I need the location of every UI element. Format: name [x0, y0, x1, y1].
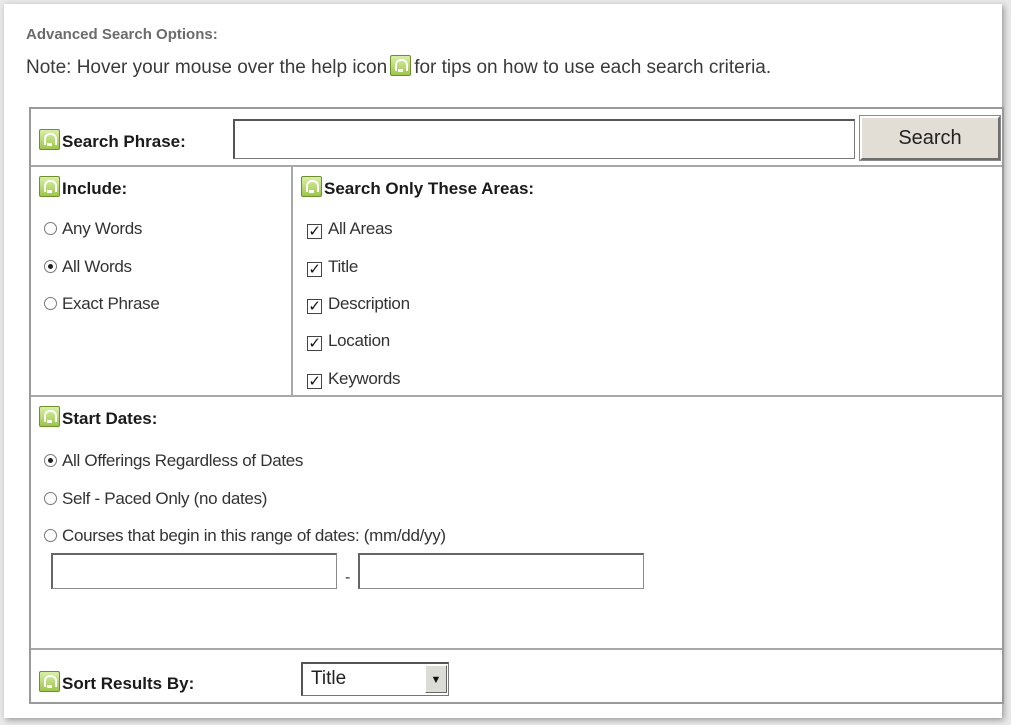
radio-button[interactable]: [44, 529, 57, 542]
start-date-option-all-offerings[interactable]: All Offerings Regardless of Dates: [44, 451, 303, 471]
note-text-before: Note: Hover your mouse over the help ico…: [26, 57, 388, 78]
radio-button[interactable]: [44, 260, 57, 273]
checkbox[interactable]: ✓: [307, 224, 322, 239]
page-heading: Advanced Search Options:: [26, 26, 218, 43]
start-date-option-date-range[interactable]: Courses that begin in this range of date…: [44, 526, 446, 546]
checkbox[interactable]: ✓: [307, 374, 322, 389]
start-dates-label: Start Dates:: [39, 406, 157, 429]
area-checkbox-location[interactable]: ✓ Location: [307, 331, 390, 351]
checkbox[interactable]: ✓: [307, 262, 322, 277]
advanced-search-form: Search Phrase: Search Include: Any Words…: [29, 107, 1004, 704]
note-text-after: for tips on how to use each search crite…: [414, 57, 772, 78]
search-phrase-input[interactable]: [233, 119, 855, 159]
area-checkbox-description[interactable]: ✓ Description: [307, 294, 410, 314]
help-icon[interactable]: [39, 129, 60, 150]
help-note: Note: Hover your mouse over the help ico…: [26, 55, 771, 79]
search-button[interactable]: Search: [859, 115, 1001, 161]
help-icon[interactable]: [39, 176, 60, 197]
help-icon[interactable]: [301, 176, 322, 197]
search-areas-label: Search Only These Areas:: [301, 176, 534, 199]
start-date-from-input[interactable]: [51, 553, 337, 589]
dropdown-arrow-icon[interactable]: ▼: [425, 665, 447, 693]
include-option-any-words[interactable]: Any Words: [44, 219, 142, 239]
area-checkbox-all-areas[interactable]: ✓ All Areas: [307, 219, 393, 239]
page: Advanced Search Options: Note: Hover you…: [4, 4, 1004, 718]
area-checkbox-keywords[interactable]: ✓ Keywords: [307, 369, 401, 389]
radio-button[interactable]: [44, 492, 57, 505]
search-phrase-label: Search Phrase:: [39, 129, 186, 152]
checkbox[interactable]: ✓: [307, 336, 322, 351]
start-date-to-input[interactable]: [358, 553, 644, 589]
divider: [31, 648, 1002, 650]
help-icon[interactable]: [39, 406, 60, 427]
divider: [31, 395, 1002, 397]
help-icon: [390, 55, 412, 76]
radio-button[interactable]: [44, 297, 57, 310]
area-checkbox-title[interactable]: ✓ Title: [307, 257, 358, 277]
include-label: Include:: [39, 176, 127, 199]
include-option-exact-phrase[interactable]: Exact Phrase: [44, 294, 160, 314]
sort-selected-value: Title: [311, 668, 347, 689]
start-date-option-self-paced[interactable]: Self - Paced Only (no dates): [44, 489, 267, 509]
checkbox[interactable]: ✓: [307, 299, 322, 314]
help-icon[interactable]: [39, 671, 60, 692]
radio-button[interactable]: [44, 222, 57, 235]
sort-results-select[interactable]: Title ▼: [301, 662, 449, 696]
include-option-all-words[interactable]: All Words: [44, 257, 132, 277]
date-range-separator: -: [345, 569, 351, 586]
radio-button[interactable]: [44, 454, 57, 467]
sort-results-label: Sort Results By:: [39, 671, 194, 694]
divider: [291, 167, 293, 395]
divider: [31, 165, 1002, 167]
